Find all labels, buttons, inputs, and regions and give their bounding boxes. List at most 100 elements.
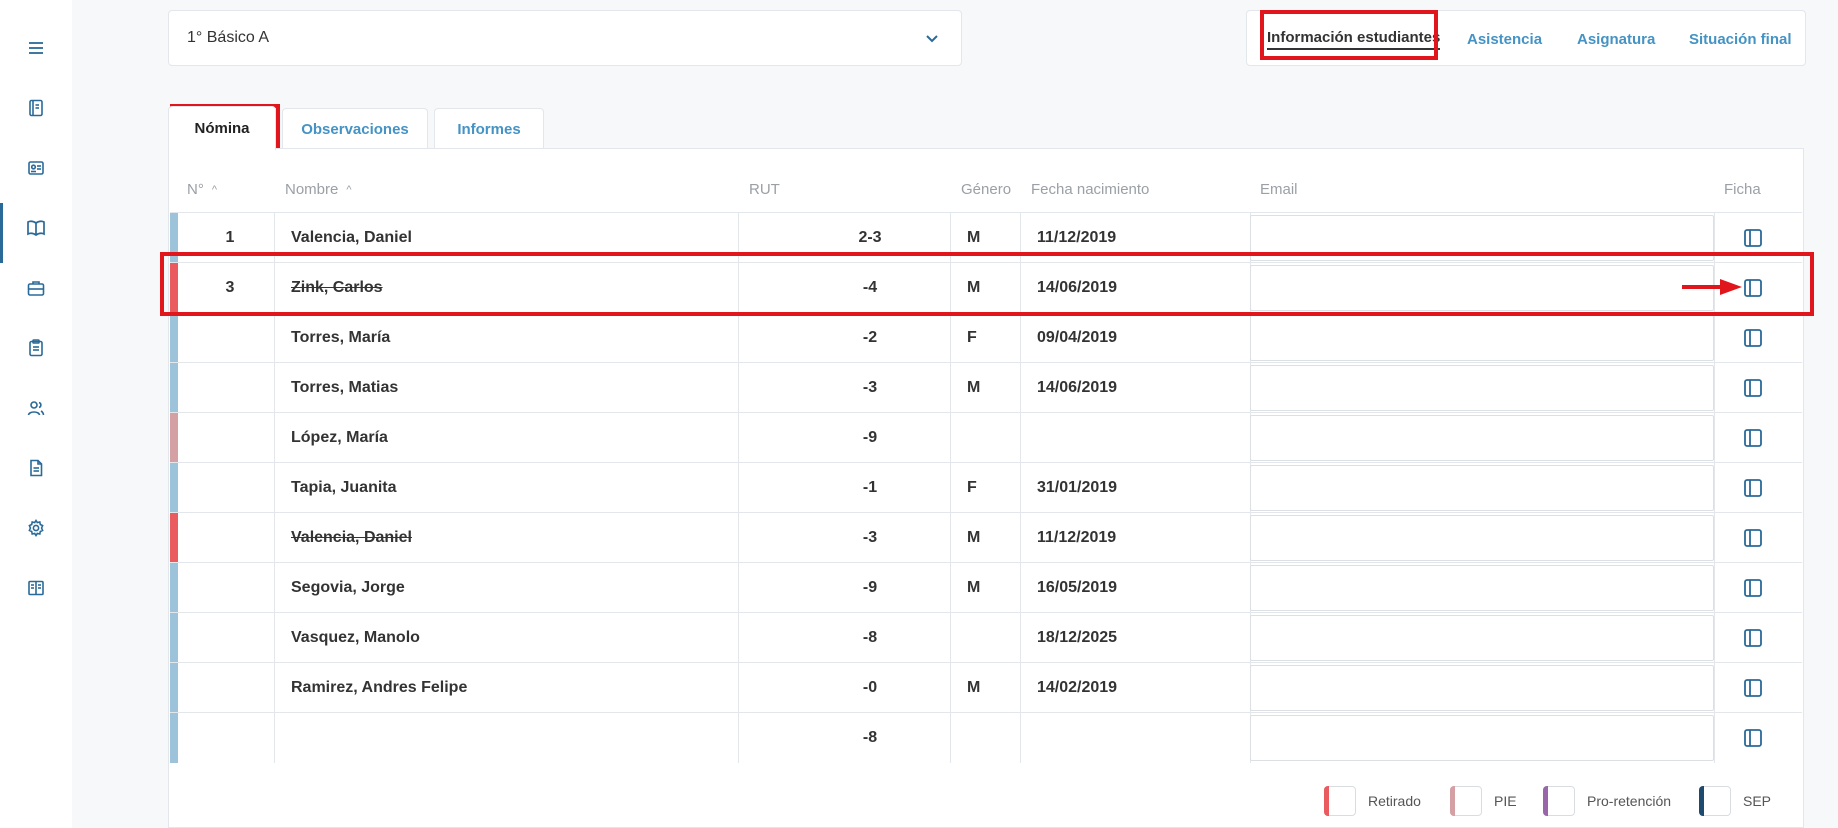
course-select[interactable]: 1° Básico A xyxy=(168,10,962,66)
ficha-icon[interactable] xyxy=(1742,627,1764,649)
status-bar xyxy=(170,563,178,613)
cell-n xyxy=(210,563,250,613)
cell-rut: -0 xyxy=(862,679,878,696)
column-divider xyxy=(738,213,739,263)
tab-observaciones[interactable]: Observaciones xyxy=(282,108,428,150)
sort-up-icon: ^ xyxy=(211,183,218,196)
ficha-icon[interactable] xyxy=(1742,377,1764,399)
cell-fecha: 16/05/2019 xyxy=(1037,579,1118,596)
legend-swatch xyxy=(1543,786,1575,816)
legend-swatch xyxy=(1699,786,1731,816)
column-divider xyxy=(1020,563,1021,613)
id-card-icon[interactable] xyxy=(0,143,72,193)
column-divider xyxy=(738,613,739,663)
status-bar xyxy=(170,263,178,313)
column-divider xyxy=(274,313,275,363)
email-field[interactable] xyxy=(1250,515,1714,561)
users-icon[interactable] xyxy=(0,383,72,433)
email-field[interactable] xyxy=(1250,415,1714,461)
cell-fecha: 18/12/2025 xyxy=(1037,629,1118,646)
ficha-icon[interactable] xyxy=(1742,277,1764,299)
ficha-icon[interactable] xyxy=(1742,477,1764,499)
ficha-icon[interactable] xyxy=(1742,527,1764,549)
cell-rut: -8 xyxy=(862,629,878,646)
email-field[interactable] xyxy=(1250,615,1714,661)
ficha-icon[interactable] xyxy=(1742,677,1764,699)
column-divider xyxy=(1714,713,1715,763)
status-bar xyxy=(170,513,178,563)
column-divider xyxy=(1714,513,1715,563)
ficha-icon[interactable] xyxy=(1742,327,1764,349)
status-bar xyxy=(170,313,178,363)
tab-informacion-estudiantes[interactable]: Información estudiantes xyxy=(1267,11,1441,67)
column-divider xyxy=(1714,313,1715,363)
table-row: Torres, María -2 F 09/04/2019 xyxy=(170,312,1802,363)
cell-genero: M xyxy=(967,229,981,246)
sort-up-icon: ^ xyxy=(346,183,352,196)
email-field[interactable] xyxy=(1250,265,1714,311)
column-header-nombre[interactable]: Nombre ^ xyxy=(285,181,352,198)
cell-genero: M xyxy=(967,529,981,546)
legend-pro-retencion: Pro-retención xyxy=(1543,786,1671,816)
tab-nomina[interactable]: Nómina xyxy=(168,106,276,150)
column-divider xyxy=(1714,413,1715,463)
cell-n xyxy=(210,713,250,763)
tab-informes[interactable]: Informes xyxy=(434,108,544,150)
guide-book-icon[interactable] xyxy=(0,563,72,613)
cell-rut: -8 xyxy=(862,729,878,746)
cell-rut: -3 xyxy=(862,529,878,546)
column-divider xyxy=(274,413,275,463)
tab-asignatura[interactable]: Asignatura xyxy=(1577,11,1655,67)
column-header-n[interactable]: N° ^ xyxy=(187,181,217,198)
menu-icon[interactable] xyxy=(0,23,72,73)
ficha-icon[interactable] xyxy=(1742,227,1764,249)
email-field[interactable] xyxy=(1250,665,1714,711)
column-divider xyxy=(274,713,275,763)
column-divider xyxy=(1020,613,1021,663)
email-field[interactable] xyxy=(1250,365,1714,411)
column-divider xyxy=(274,663,275,713)
tab-asistencia[interactable]: Asistencia xyxy=(1467,11,1542,67)
column-divider xyxy=(738,513,739,563)
cell-fecha: 09/04/2019 xyxy=(1037,329,1118,346)
ficha-icon[interactable] xyxy=(1742,427,1764,449)
gear-icon[interactable] xyxy=(0,503,72,553)
cell-genero: F xyxy=(967,479,977,496)
email-field[interactable] xyxy=(1250,465,1714,511)
clipboard-icon[interactable] xyxy=(0,323,72,373)
email-field[interactable] xyxy=(1250,315,1714,361)
column-divider xyxy=(1020,513,1021,563)
column-divider xyxy=(738,663,739,713)
cell-nombre: López, María xyxy=(291,429,388,446)
status-bar xyxy=(170,463,178,513)
briefcase-icon[interactable] xyxy=(0,263,72,313)
cell-genero: M xyxy=(967,279,981,296)
cell-rut: -4 xyxy=(862,279,878,296)
email-field[interactable] xyxy=(1250,565,1714,611)
book-open-icon[interactable] xyxy=(0,203,72,263)
column-divider xyxy=(738,713,739,763)
chevron-down-icon xyxy=(926,35,938,43)
ficha-icon[interactable] xyxy=(1742,577,1764,599)
tab-situacion-final[interactable]: Situación final xyxy=(1689,11,1792,67)
column-divider xyxy=(1020,263,1021,313)
column-divider xyxy=(950,663,951,713)
column-divider xyxy=(274,263,275,313)
table-row: Valencia, Daniel -3 M 11/12/2019 xyxy=(170,512,1802,563)
cell-fecha: 11/12/2019 xyxy=(1037,229,1117,246)
cell-n xyxy=(210,513,250,563)
cell-rut: -9 xyxy=(862,579,878,596)
email-field[interactable] xyxy=(1250,215,1714,261)
email-field[interactable] xyxy=(1250,715,1714,761)
ficha-icon[interactable] xyxy=(1742,727,1764,749)
cell-nombre: Valencia, Daniel xyxy=(291,229,412,246)
cell-n xyxy=(210,613,250,663)
column-header-genero: Género xyxy=(961,181,1012,198)
legend-retirado: Retirado xyxy=(1324,786,1421,816)
status-bar xyxy=(170,613,178,663)
table-row: Vasquez, Manolo -8 18/12/2025 xyxy=(170,612,1802,663)
column-divider xyxy=(1020,713,1021,763)
document-icon[interactable] xyxy=(0,443,72,493)
column-divider xyxy=(1714,213,1715,263)
notebook-icon[interactable] xyxy=(0,83,72,133)
